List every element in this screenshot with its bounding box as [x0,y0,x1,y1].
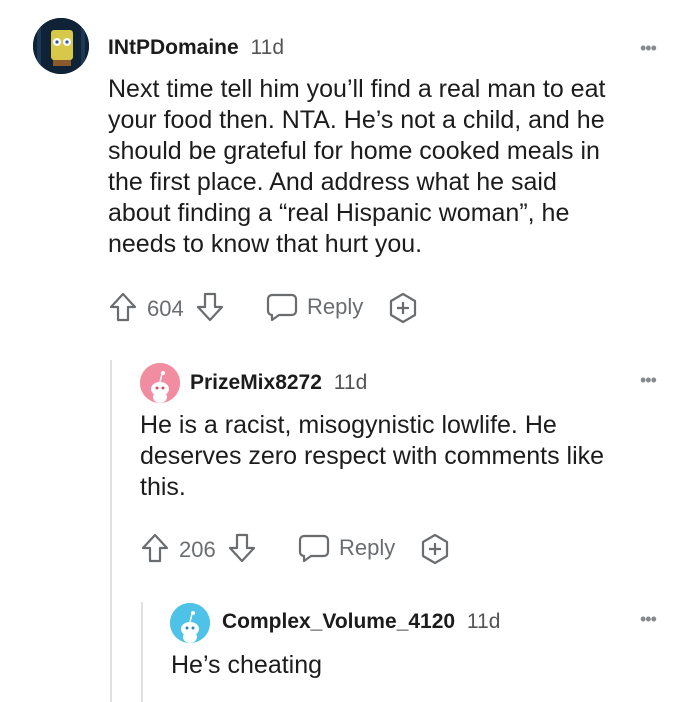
timestamp: 11d [466,610,501,633]
award-button[interactable] [419,533,451,565]
comment-line: He is a racist, misogynistic lowlife. He [140,411,557,439]
downvote-button[interactable] [227,532,257,564]
comment-body: Next time tell him you’ll find a real ma… [108,74,688,260]
snoo-avatar-icon [170,603,210,643]
spongebob-avatar-icon [33,18,89,74]
avatar[interactable] [170,603,210,643]
comment-line: the first place. And address what he sai… [108,168,557,196]
vote-count: 604 [147,296,184,321]
comment-body: He’s cheating [171,650,671,681]
arrow-down-icon [196,292,224,322]
comment-line: about finding a “real Hispanic woman”, h… [108,199,570,227]
timestamp: 11d [333,371,368,394]
comment-line: should be grateful for home cooked meals… [108,137,600,165]
comment-line: needs to know that hurt you. [108,230,423,258]
comment-line: Next time tell him you’ll find a real ma… [108,75,606,103]
speech-bubble-icon [298,534,330,563]
downvote-button[interactable] [195,291,225,323]
timestamp: 11d [250,36,285,59]
thread-line-level2 [141,602,143,702]
snoo-avatar-icon [140,363,180,403]
avatar[interactable] [140,363,180,403]
comment-line: this. [140,473,186,501]
arrow-up-icon [109,292,137,322]
username-text[interactable]: INtPDomaine [108,36,239,59]
username-text[interactable]: PrizeMix8272 [190,371,322,394]
award-button[interactable] [387,292,419,324]
username[interactable]: INtPDomaine 11d [108,36,284,60]
hexagon-plus-icon [389,292,417,324]
speech-bubble-icon [266,293,298,322]
comment-line: He’s cheating [171,651,323,679]
comment-line: deserves zero respect with comments like [140,442,605,470]
avatar[interactable] [33,18,89,74]
reply-label[interactable]: Reply [307,294,363,320]
comment-line: your food then. NTA. He’s not a child, a… [108,106,605,134]
more-options-button[interactable]: ••• [640,371,657,389]
username[interactable]: PrizeMix8272 11d [190,371,367,395]
more-options-button[interactable]: ••• [640,39,657,57]
arrow-down-icon [228,533,256,563]
reply-button[interactable]: Reply [266,292,363,322]
upvote-button[interactable] [108,291,138,323]
username-text[interactable]: Complex_Volume_4120 [222,610,455,633]
more-options-button[interactable]: ••• [640,610,657,628]
username[interactable]: Complex_Volume_4120 11d [222,610,500,634]
thread-line-level1 [110,360,112,702]
hexagon-plus-icon [421,533,449,565]
vote-count: 206 [179,537,216,562]
comment-body: He is a racist, misogynistic lowlife. He… [140,410,690,503]
reply-button[interactable]: Reply [298,533,395,563]
reply-label[interactable]: Reply [339,535,395,561]
arrow-up-icon [141,533,169,563]
upvote-button[interactable] [140,532,170,564]
